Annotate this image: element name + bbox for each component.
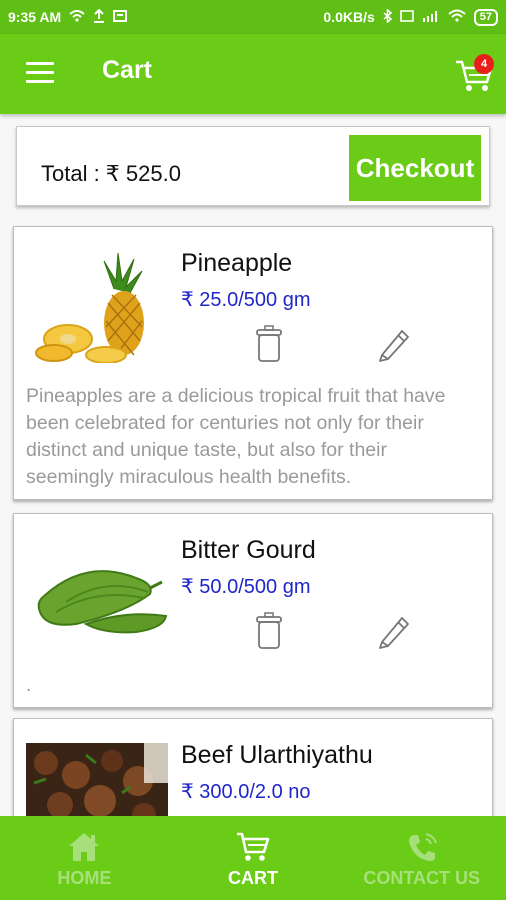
edit-pencil-icon[interactable] <box>374 612 412 650</box>
product-description: Pineapples are a delicious tropical frui… <box>26 385 446 488</box>
cart-item: Pineapple ₹ 25.0/500 gm Pineapples are a… <box>13 226 493 500</box>
delete-icon[interactable] <box>254 612 284 650</box>
product-price: ₹ 25.0/500 gm <box>181 289 311 311</box>
product-name: Pineapple <box>181 249 293 277</box>
status-bar: 9:35 AM 0.0KB/s 57 <box>0 0 506 34</box>
bottom-navigation: HOME CART CONTACT US <box>0 816 506 900</box>
signal-icon <box>422 10 440 25</box>
delete-icon[interactable] <box>254 325 284 363</box>
checkout-button[interactable]: Checkout <box>349 135 481 201</box>
hamburger-menu-icon[interactable] <box>26 62 54 84</box>
bluetooth-icon <box>383 7 392 26</box>
cart-count-badge: 4 <box>474 54 494 74</box>
wifi-icon <box>69 9 85 25</box>
status-time: 9:35 AM <box>8 9 62 25</box>
page-title: Cart <box>102 56 153 84</box>
cart-icon <box>237 832 270 861</box>
nav-contact-label: CONTACT US <box>363 868 481 888</box>
product-price: ₹ 300.0/2.0 no <box>181 781 311 803</box>
product-name: Bitter Gourd <box>181 536 316 564</box>
nav-cart[interactable]: CART <box>169 816 338 900</box>
total-summary-card: Total : ₹ 525.0 Checkout <box>16 126 490 206</box>
notification-icon <box>113 9 128 25</box>
wifi-signal-icon <box>448 9 466 25</box>
upload-icon <box>93 8 105 26</box>
nav-home[interactable]: HOME <box>0 816 169 900</box>
network-speed: 0.0KB/s <box>323 9 375 25</box>
cart-item: Bitter Gourd ₹ 50.0/500 gm . <box>13 513 493 708</box>
battery-indicator: 57 <box>473 8 498 26</box>
nav-cart-label: CART <box>228 868 278 888</box>
pineapple-image <box>26 241 168 363</box>
status-bar-left: 9:35 AM <box>8 8 128 26</box>
app-toolbar: Cart 4 <box>0 34 506 114</box>
hd-icon <box>399 9 414 25</box>
edit-pencil-icon[interactable] <box>374 325 412 363</box>
total-amount: Total : ₹ 525.0 <box>41 161 181 186</box>
status-bar-right: 0.0KB/s 57 <box>323 7 498 26</box>
nav-contact-us[interactable]: CONTACT US <box>337 816 506 900</box>
phone-icon <box>408 833 437 861</box>
product-name: Beef Ularthiyathu <box>181 741 373 769</box>
bitter-gourd-image <box>26 528 168 650</box>
product-price: ₹ 50.0/500 gm <box>181 576 311 598</box>
home-icon <box>69 833 100 861</box>
product-description: . <box>26 674 32 696</box>
nav-home-label: HOME <box>57 868 112 888</box>
